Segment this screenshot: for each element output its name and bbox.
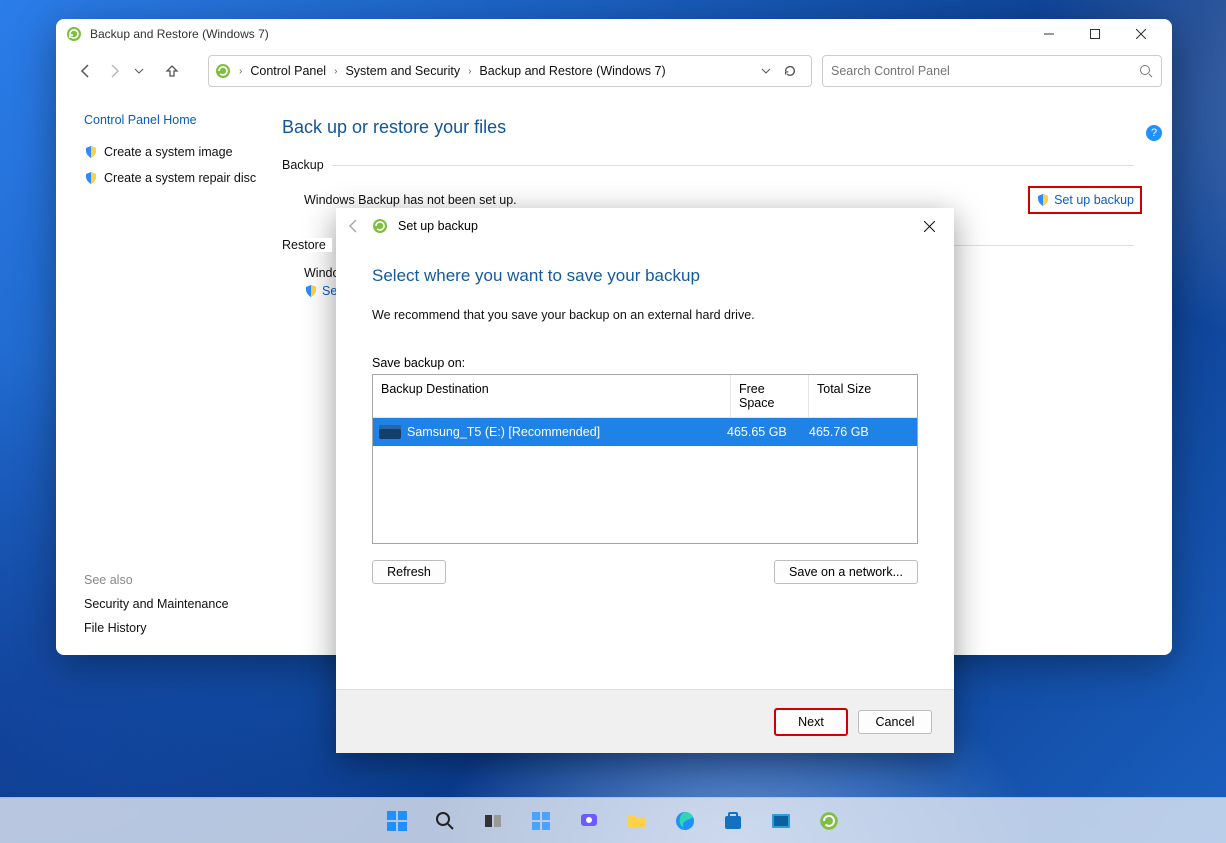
- search-input[interactable]: [822, 55, 1162, 87]
- set-up-backup-link[interactable]: Set up backup: [1028, 186, 1142, 214]
- start-button[interactable]: [377, 801, 417, 841]
- dialog-subtext: We recommend that you save your backup o…: [372, 308, 918, 322]
- titlebar: Backup and Restore (Windows 7): [56, 19, 1172, 49]
- destination-row[interactable]: Samsung_T5 (E:) [Recommended] 465.65 GB …: [373, 418, 917, 446]
- backup-restore-icon: [66, 26, 82, 42]
- taskbar: [0, 797, 1226, 843]
- navigation-row: › Control Panel › System and Security › …: [56, 49, 1172, 95]
- backup-group-label: Backup: [282, 158, 330, 172]
- see-also-label: See also: [84, 573, 262, 587]
- security-maintenance-link[interactable]: Security and Maintenance: [84, 597, 262, 611]
- column-total-size[interactable]: Total Size: [809, 375, 917, 417]
- refresh-icon[interactable]: [783, 64, 797, 78]
- back-button[interactable]: [78, 63, 94, 79]
- minimize-button[interactable]: [1026, 19, 1072, 49]
- forward-button[interactable]: [106, 63, 122, 79]
- search-taskbar-icon[interactable]: [425, 801, 465, 841]
- store-icon[interactable]: [713, 801, 753, 841]
- control-panel-home-link[interactable]: Control Panel Home: [84, 109, 262, 133]
- breadcrumb[interactable]: › Control Panel › System and Security › …: [208, 55, 812, 87]
- history-dropdown[interactable]: [134, 66, 144, 76]
- chevron-right-icon: ›: [334, 66, 337, 77]
- chevron-right-icon: ›: [239, 66, 242, 77]
- cancel-button[interactable]: Cancel: [858, 710, 932, 734]
- dialog-close-button[interactable]: [908, 210, 950, 242]
- crumb-system-security[interactable]: System and Security: [341, 60, 464, 82]
- sidebar: Control Panel Home Create a system image…: [56, 101, 270, 655]
- set-up-backup-dialog: Set up backup Select where you want to s…: [336, 208, 954, 753]
- widgets-icon[interactable]: [521, 801, 561, 841]
- setup-backup-label: Set up backup: [1054, 193, 1134, 207]
- shield-icon: [84, 171, 98, 185]
- destination-total: 465.76 GB: [809, 425, 917, 439]
- app-icon[interactable]: [761, 801, 801, 841]
- dialog-title: Set up backup: [398, 219, 898, 233]
- shield-icon: [84, 145, 98, 159]
- up-button[interactable]: [164, 63, 180, 79]
- backup-restore-icon: [215, 63, 231, 79]
- breadcrumb-dropdown[interactable]: [761, 66, 771, 76]
- create-repair-disc-link[interactable]: Create a system repair disc: [84, 171, 262, 185]
- link-label: Create a system repair disc: [104, 171, 256, 185]
- drive-icon: [379, 425, 401, 439]
- refresh-button[interactable]: Refresh: [372, 560, 446, 584]
- save-on-network-button[interactable]: Save on a network...: [774, 560, 918, 584]
- search-icon: [1139, 64, 1153, 78]
- backup-not-setup-text: Windows Backup has not been set up.: [304, 193, 1028, 207]
- shield-icon: [1036, 193, 1050, 207]
- file-history-link[interactable]: File History: [84, 621, 262, 635]
- restore-group-label: Restore: [282, 238, 332, 252]
- create-system-image-link[interactable]: Create a system image: [84, 145, 262, 159]
- destination-grid[interactable]: Backup Destination Free Space Total Size…: [372, 374, 918, 544]
- help-icon[interactable]: ?: [1146, 125, 1162, 141]
- dialog-heading: Select where you want to save your backu…: [372, 266, 918, 286]
- edge-icon[interactable]: [665, 801, 705, 841]
- file-explorer-icon[interactable]: [617, 801, 657, 841]
- task-view-icon[interactable]: [473, 801, 513, 841]
- column-free-space[interactable]: Free Space: [731, 375, 809, 417]
- chat-icon[interactable]: [569, 801, 609, 841]
- column-destination[interactable]: Backup Destination: [373, 375, 731, 417]
- dialog-back-button[interactable]: [346, 218, 362, 234]
- search-field[interactable]: [831, 64, 1131, 78]
- destination-free: 465.65 GB: [727, 425, 809, 439]
- next-button[interactable]: Next: [774, 708, 848, 736]
- chevron-right-icon: ›: [468, 66, 471, 77]
- shield-icon: [304, 284, 318, 298]
- crumb-control-panel[interactable]: Control Panel: [246, 60, 330, 82]
- backup-restore-icon: [372, 218, 388, 234]
- maximize-button[interactable]: [1072, 19, 1118, 49]
- backup-app-icon[interactable]: [809, 801, 849, 841]
- destination-name: Samsung_T5 (E:) [Recommended]: [407, 425, 727, 439]
- close-button[interactable]: [1118, 19, 1164, 49]
- page-title: Back up or restore your files: [282, 109, 1142, 156]
- save-on-label: Save backup on:: [372, 356, 918, 370]
- link-label: Create a system image: [104, 145, 233, 159]
- window-title: Backup and Restore (Windows 7): [90, 27, 1026, 41]
- crumb-backup-restore[interactable]: Backup and Restore (Windows 7): [475, 60, 669, 82]
